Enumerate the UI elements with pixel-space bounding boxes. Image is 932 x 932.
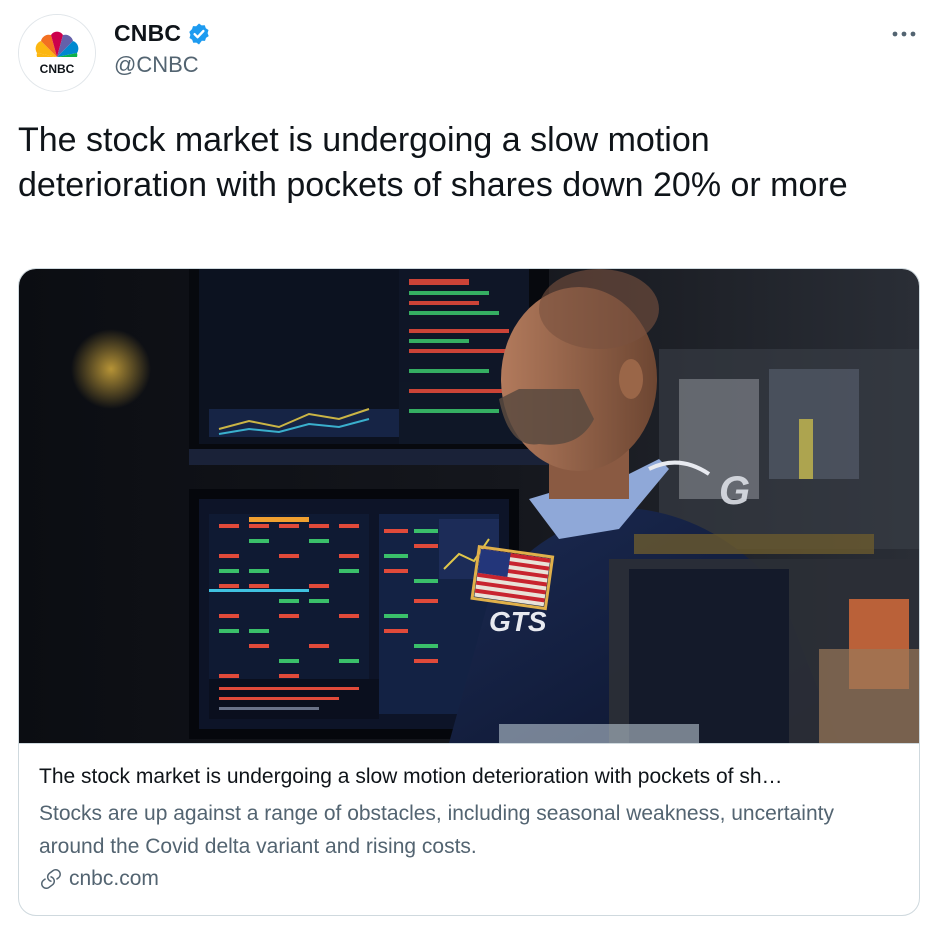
avatar[interactable]: CNBC — [18, 14, 96, 92]
card-divider — [19, 743, 919, 744]
card-domain[interactable]: cnbc.com — [39, 867, 159, 891]
cnbc-peacock-logo-icon: CNBC — [19, 15, 95, 91]
card-domain-text[interactable]: cnbc.com — [69, 867, 159, 891]
verified-badge-icon — [189, 23, 209, 44]
trader-at-monitors-photo[interactable]: G GTS — [19, 269, 919, 743]
card-title[interactable]: The stock market is undergoing a slow mo… — [39, 764, 899, 790]
card-description: Stocks are up against a range of obstacl… — [39, 802, 834, 858]
svg-text:G: G — [719, 469, 750, 513]
tweet: CNBC CNBC @CNBC The stock market is unde… — [0, 0, 932, 932]
more-button[interactable] — [890, 22, 918, 46]
link-card[interactable]: G GTS The stock market is undergoing a s… — [18, 268, 920, 916]
handle[interactable]: @CNBC — [114, 52, 199, 78]
more-horizontal-icon — [892, 31, 916, 37]
link-icon — [41, 869, 61, 890]
tweet-text: The stock market is undergoing a slow mo… — [18, 121, 848, 204]
svg-text:GTS: GTS — [489, 606, 547, 637]
display-name[interactable]: CNBC — [114, 20, 181, 47]
logo-text: CNBC — [40, 62, 75, 76]
name-row: CNBC — [114, 20, 211, 47]
